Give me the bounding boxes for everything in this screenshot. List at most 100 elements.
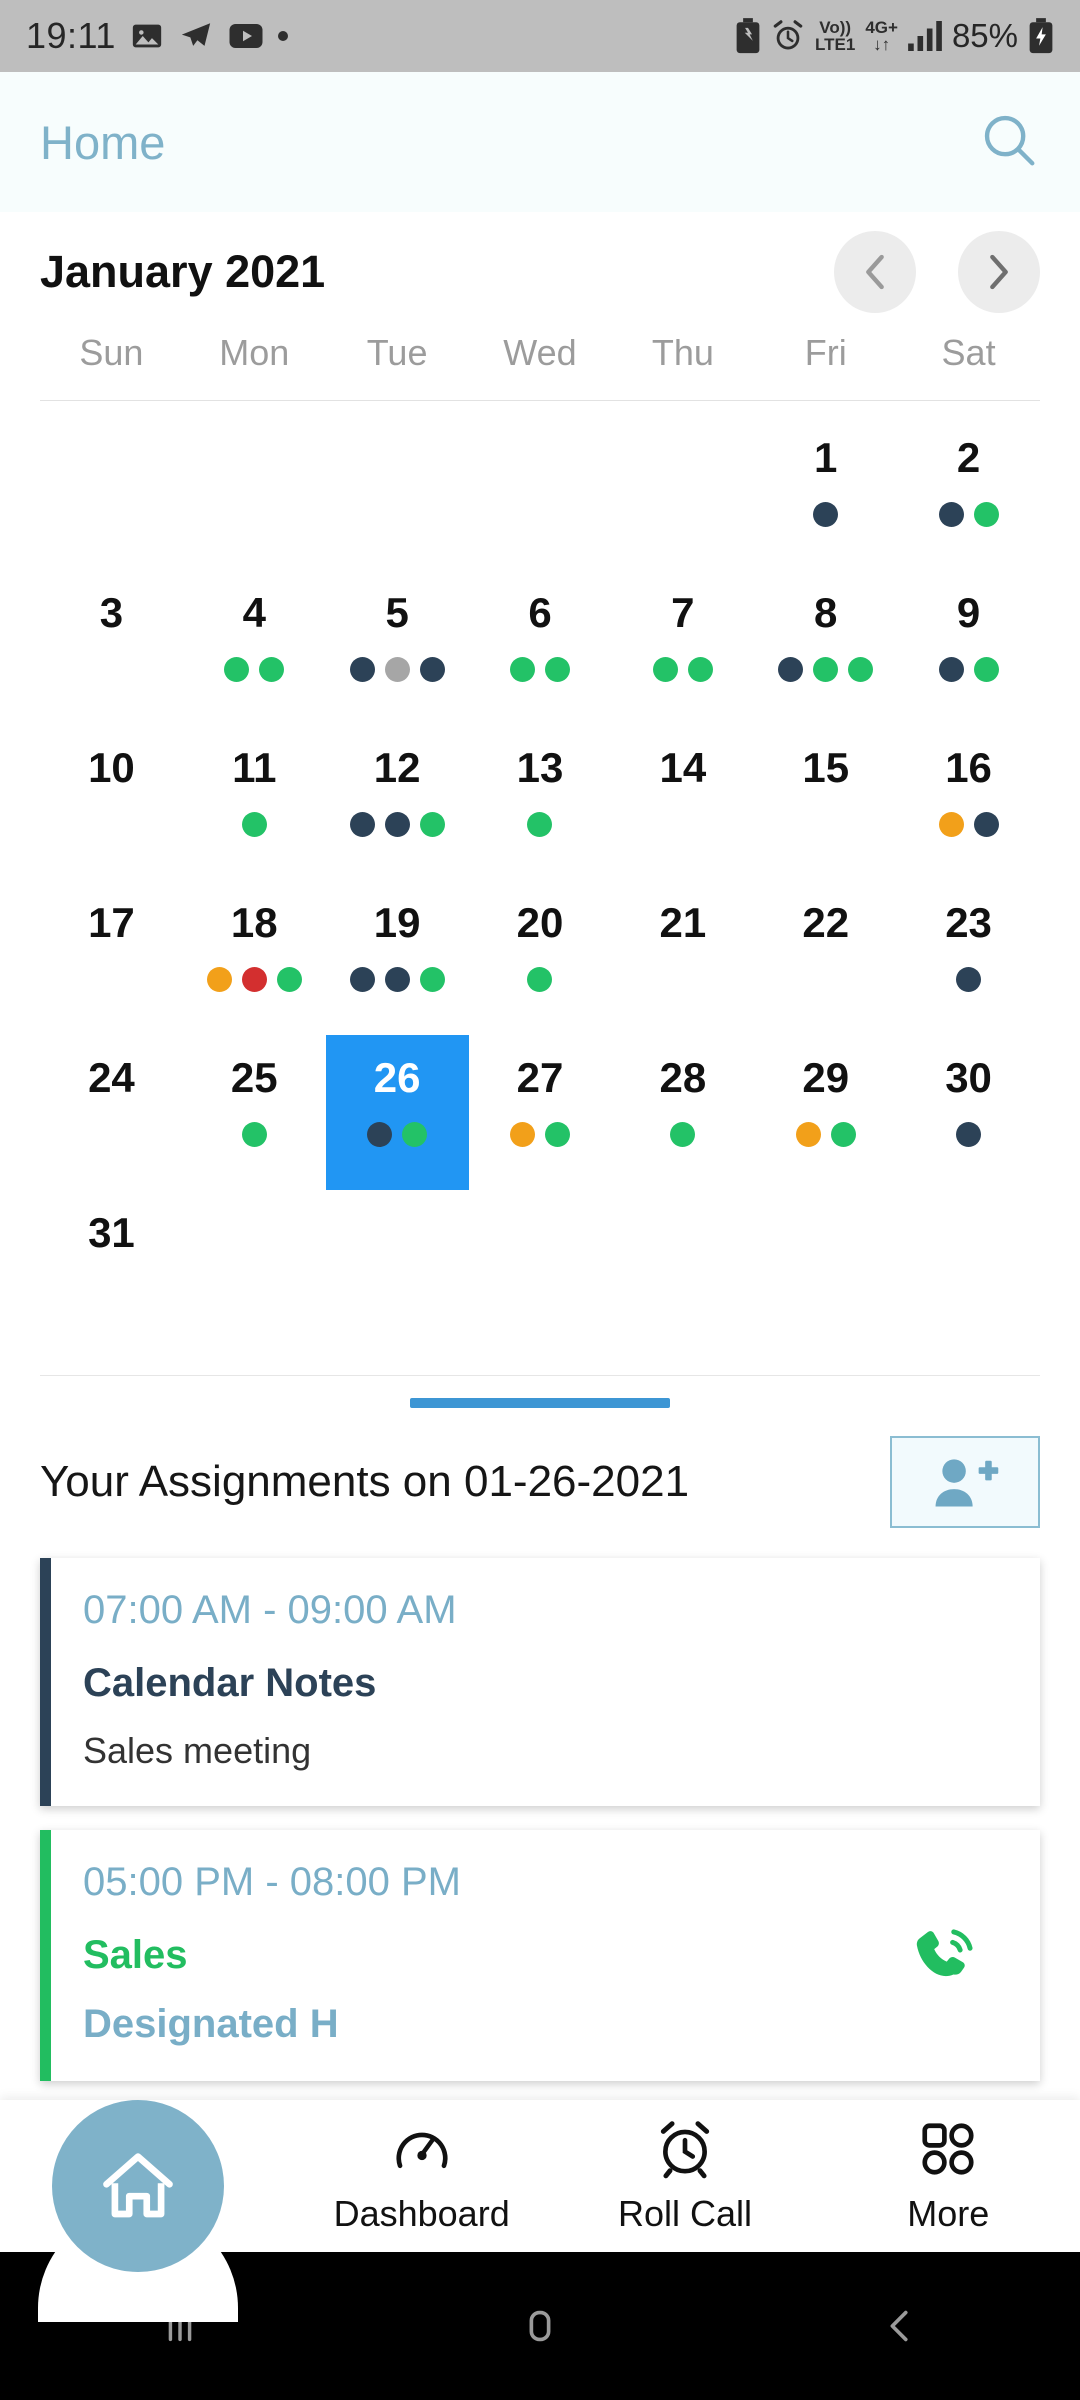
calendar-day-26[interactable]: 26: [325, 1035, 469, 1190]
calendar-day-14[interactable]: 14: [611, 725, 754, 880]
event-dot-navy: [349, 656, 375, 682]
calendar-day-4[interactable]: 4: [183, 570, 326, 725]
calendar-day-8[interactable]: 8: [754, 570, 897, 725]
calendar-day-1[interactable]: 1: [754, 415, 897, 570]
day-number: 11: [232, 744, 277, 791]
event-dot-navy: [349, 966, 375, 992]
calendar-day-empty: [326, 415, 469, 570]
assignment-card[interactable]: 07:00 AM - 09:00 AM Calendar Notes Sales m…: [40, 1558, 1040, 1806]
app-header: Home: [0, 72, 1080, 212]
page-title: Home: [40, 115, 166, 169]
day-number: 9: [956, 589, 981, 636]
day-number: 22: [802, 899, 850, 946]
day-number: 24: [88, 1054, 135, 1101]
calendar-day-31[interactable]: 31: [40, 1190, 183, 1345]
event-dot-green: [973, 656, 999, 682]
weekday-label-fri: Fri: [804, 332, 847, 373]
event-title: Sales: [83, 1933, 188, 1977]
day-number: 8: [814, 589, 838, 636]
calendar-day-5[interactable]: 5: [326, 570, 469, 725]
calendar-day-16[interactable]: 16: [897, 725, 1040, 880]
day-number: 6: [528, 589, 552, 636]
weekday-header-row: Sun Mon Tue Wed Thu Fri Sat: [40, 332, 1040, 401]
calendar-day-23[interactable]: 23: [897, 880, 1040, 1035]
calendar-day-9[interactable]: 9: [897, 570, 1040, 725]
calendar-day-20[interactable]: 20: [469, 880, 612, 1035]
event-dot-navy: [349, 811, 375, 837]
card-body: 07:00 AM - 09:00 AM Calendar Notes Sales m…: [51, 1558, 457, 1806]
day-number: 29: [802, 1054, 850, 1101]
calendar-day-28[interactable]: 28: [611, 1035, 754, 1190]
event-dot-green: [544, 1121, 570, 1147]
assignments-heading: Your Assignments on 01-26-2021: [40, 1457, 690, 1506]
status-bar-left: 19:11: [26, 15, 288, 57]
calendar-day-13[interactable]: 13: [469, 725, 612, 880]
event-dot-navy: [419, 656, 445, 682]
home-icon: [103, 2153, 173, 2218]
calendar-day-29[interactable]: 29: [754, 1035, 897, 1190]
calendar-day-17[interactable]: 17: [40, 880, 183, 1035]
calendar-day-25[interactable]: 25: [183, 1035, 326, 1190]
event-dot-navy: [938, 656, 964, 682]
home-button[interactable]: [440, 2303, 640, 2349]
home-fab-button[interactable]: [52, 2100, 224, 2272]
search-icon[interactable]: [978, 109, 1040, 176]
day-number: 21: [659, 899, 707, 946]
calendar-day-30[interactable]: 30: [897, 1035, 1040, 1190]
event-description: Designated H: [83, 2002, 339, 2046]
nav-item-label: More: [907, 2192, 990, 2234]
event-dot-navy: [956, 966, 982, 992]
event-dot-green: [402, 1121, 428, 1147]
calendar-day-18[interactable]: 18: [183, 880, 326, 1035]
calendar-day-3[interactable]: 3: [40, 570, 183, 725]
event-dot-green: [527, 811, 553, 837]
event-dot-green: [241, 1121, 267, 1147]
assignment-card[interactable]: 05:00 PM - 08:00 PM Sales Designated H: [40, 1830, 1040, 2081]
status-time: 19:11: [26, 15, 116, 56]
chevron-right-icon: [990, 254, 1008, 290]
battery-saver-icon: [735, 18, 761, 54]
network-indicator: 4G+ ↓↑: [865, 19, 898, 53]
prev-month-button[interactable]: [834, 231, 916, 313]
nav-item-dashboard[interactable]: Dashboard: [290, 2118, 553, 2235]
day-event-dots: [241, 1121, 267, 1147]
day-number: 15: [802, 744, 850, 791]
event-time: 05:00 PM - 08:00 PM: [83, 1860, 461, 1904]
assignment-cards: 07:00 AM - 09:00 AM Calendar Notes Sales m…: [0, 1528, 1080, 2081]
nav-item-more[interactable]: More: [817, 2118, 1080, 2235]
calendar-day-24[interactable]: 24: [40, 1035, 183, 1190]
calendar-day-empty: [469, 415, 612, 570]
add-person-button[interactable]: [890, 1436, 1040, 1528]
event-dot-orange: [509, 1121, 535, 1147]
calendar-day-12[interactable]: 12: [326, 725, 469, 880]
calendar-day-11[interactable]: 11: [183, 725, 326, 880]
calendar-day-10[interactable]: 10: [40, 725, 183, 880]
back-button[interactable]: [800, 2303, 1000, 2349]
day-event-dots: [241, 811, 267, 837]
calendar-day-15[interactable]: 15: [754, 725, 897, 880]
calendar-day-6[interactable]: 6: [469, 570, 612, 725]
event-dot-gray: [384, 656, 410, 682]
nav-item-roll-call[interactable]: Roll Call: [553, 2118, 816, 2235]
add-person-icon: [935, 1459, 999, 1507]
phone-call-icon[interactable]: [910, 1922, 980, 1997]
status-bar: 19:11 Vo)) LTE1 4G+ ↓↑ 85%: [0, 0, 1080, 72]
nav-item-label: Roll Call: [617, 2192, 753, 2234]
day-event-dots: [652, 656, 713, 682]
calendar-day-empty: [754, 1190, 897, 1345]
event-dot-orange: [206, 966, 232, 992]
day-number: 10: [88, 744, 135, 791]
drag-handle[interactable]: [410, 1398, 670, 1408]
next-month-button[interactable]: [958, 231, 1040, 313]
card-color-bar: [40, 1558, 51, 1806]
calendar-day-27[interactable]: 27: [469, 1035, 612, 1190]
calendar-day-19[interactable]: 19: [326, 880, 469, 1035]
calendar-day-22[interactable]: 22: [754, 880, 897, 1035]
calendar-day-2[interactable]: 2: [897, 415, 1040, 570]
calendar-day-7[interactable]: 7: [611, 570, 754, 725]
day-event-dots: [349, 966, 445, 992]
calendar-day-21[interactable]: 21: [611, 880, 754, 1035]
sheet-handle-wrap[interactable]: [0, 1376, 1080, 1418]
volte-line-2: LTE1: [815, 35, 856, 54]
day-number: 19: [373, 899, 421, 946]
